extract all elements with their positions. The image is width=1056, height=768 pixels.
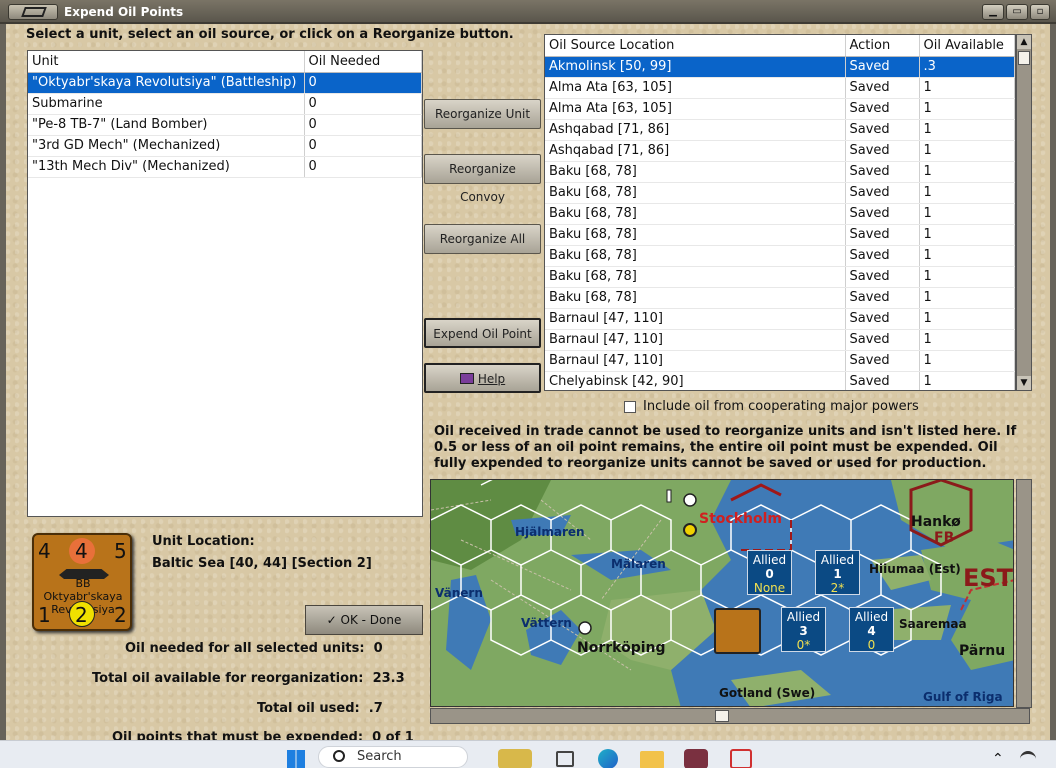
map-label-stockholm: Stockholm — [699, 511, 782, 527]
checkmark-icon: ✓ — [326, 613, 337, 627]
oil-note: Oil received in trade cannot be used to … — [434, 424, 1017, 471]
edge-icon[interactable] — [598, 749, 618, 768]
sea-box[interactable]: Allied 0 None — [747, 550, 792, 595]
help-button[interactable]: Help — [424, 363, 541, 393]
map-label-vanern: Vänern — [435, 586, 483, 600]
map-label-est: EST — [963, 564, 1014, 592]
expend-oil-point-button[interactable]: Expend Oil Point — [424, 318, 541, 348]
table-row[interactable]: Barnaul [47, 110] Saved 1 — [545, 329, 1015, 351]
taskbar: Search ⌃ — [0, 740, 1056, 768]
stat-oil-needed: Oil needed for all selected units: 0 — [125, 641, 383, 656]
reorganize-unit-button[interactable]: Reorganize Unit — [424, 99, 541, 129]
scroll-thumb[interactable] — [1018, 51, 1030, 65]
windows-start-icon[interactable] — [287, 750, 305, 768]
chevron-up-icon[interactable]: ⌃ — [992, 751, 1004, 767]
table-row[interactable]: Baku [68, 78] Saved 1 — [545, 224, 1015, 246]
map-label-gulf-of-riga: Gulf of Riga — [923, 690, 1003, 704]
table-row[interactable]: Ashqabad [71, 86] Saved 1 — [545, 140, 1015, 162]
widgets-icon[interactable] — [498, 749, 532, 768]
unit-location-label: Unit Location: — [152, 534, 255, 549]
table-row[interactable]: Baku [68, 78] Saved 1 — [545, 287, 1015, 309]
scroll-thumb[interactable] — [715, 710, 729, 722]
title-bar: Expend Oil Points ▁ ▭ ▫ — [0, 0, 1056, 24]
sea-box[interactable]: Allied 3 0* — [781, 607, 826, 652]
include-coop-label: Include oil from cooperating major power… — [643, 399, 919, 414]
oil-table-scrollbar[interactable]: ▲ ▼ — [1016, 34, 1032, 391]
col-unit[interactable]: Unit — [28, 51, 305, 73]
table-row[interactable]: Chelyabinsk [42, 90] Saved 1 — [545, 371, 1015, 390]
map-horizontal-scrollbar[interactable] — [430, 708, 1030, 724]
instructions: Select a unit, select an oil source, or … — [26, 27, 514, 42]
reorganize-all-button[interactable]: Reorganize All — [424, 224, 541, 254]
map-label-gotland: Gotland (Swe) — [719, 686, 816, 700]
col-location[interactable]: Oil Source Location — [545, 35, 846, 57]
maximize-icon[interactable]: ▭ — [1006, 4, 1028, 20]
table-row[interactable]: "Pe-8 TB-7" (Land Bomber) 0 — [28, 114, 422, 136]
table-row[interactable]: Submarine 0 — [28, 93, 422, 115]
map-vertical-scrollbar[interactable] — [1016, 479, 1032, 708]
oil-source-table[interactable]: Oil Source Location Action Oil Available A… — [544, 34, 1016, 391]
book-icon — [459, 373, 474, 384]
scroll-up-icon[interactable]: ▲ — [1017, 35, 1031, 49]
col-action[interactable]: Action — [845, 35, 920, 57]
map-label-fb: FB — [934, 530, 955, 546]
file-explorer-icon[interactable] — [640, 751, 664, 768]
snipping-tool-icon[interactable] — [730, 749, 752, 768]
table-row[interactable]: Baku [68, 78] Saved 1 — [545, 182, 1015, 204]
table-row[interactable]: Baku [68, 78] Saved 1 — [545, 203, 1015, 225]
window-title: Expend Oil Points — [64, 5, 184, 19]
table-row[interactable]: Alma Ata [63, 105] Saved 1 — [545, 77, 1015, 99]
map-label-norrkoping: Norrköping — [577, 640, 666, 656]
table-row[interactable]: Akmolinsk [50, 99] Saved .3 — [545, 56, 1015, 78]
map-view[interactable]: Hjälmaren Stockholm Mälaren Vänern Vätte… — [430, 479, 1014, 707]
table-row[interactable]: Ashqabad [71, 86] Saved 1 — [545, 119, 1015, 141]
map-unit-counter[interactable] — [714, 608, 761, 654]
include-coop-checkbox[interactable] — [624, 401, 636, 413]
map-label-parnu: Pärnu — [959, 643, 1006, 659]
stat-total-used: Total oil used: .7 — [257, 701, 383, 716]
ok-done-button[interactable]: ✓ OK - Done — [305, 605, 423, 635]
table-row[interactable]: Baku [68, 78] Saved 1 — [545, 161, 1015, 183]
col-available[interactable]: Oil Available — [919, 35, 1015, 57]
table-row[interactable]: Barnaul [47, 110] Saved 1 — [545, 308, 1015, 330]
table-row[interactable]: "13th Mech Div" (Mechanized) 0 — [28, 156, 422, 178]
stat-total-available: Total oil available for reorganization: … — [92, 671, 405, 686]
unit-counter: 4 4 5 BB Oktyabr'skaya Revolutsiya 1 2 2 — [32, 533, 132, 631]
map-label-malaren: Mälaren — [611, 557, 666, 571]
units-table[interactable]: Unit Oil Needed "Oktyabr'skaya Revolutsiy… — [27, 50, 423, 517]
col-oil-needed[interactable]: Oil Needed — [304, 51, 422, 73]
table-row[interactable]: "Oktyabr'skaya Revolutsiya" (Battleship)… — [28, 72, 422, 94]
map-label-vattern: Vättern — [521, 616, 572, 630]
search-icon — [333, 750, 345, 762]
table-row[interactable]: Barnaul [47, 110] Saved 1 — [545, 350, 1015, 372]
table-row[interactable]: Alma Ata [63, 105] Saved 1 — [545, 98, 1015, 120]
game-app-icon[interactable] — [684, 749, 708, 768]
sea-box[interactable]: Allied 1 2* — [815, 550, 860, 595]
map-label-hjalmaren: Hjälmaren — [515, 525, 585, 539]
scroll-down-icon[interactable]: ▼ — [1017, 376, 1031, 390]
map-label-hiiumaa: Hiiumaa (Est) — [869, 562, 961, 576]
sea-box[interactable]: Allied 4 0 — [849, 607, 894, 652]
table-row[interactable]: Baku [68, 78] Saved 1 — [545, 266, 1015, 288]
map-label-saaremaa: Saaremaa — [899, 617, 967, 631]
task-view-icon[interactable] — [556, 751, 574, 767]
minimize-icon[interactable]: ▁ — [982, 4, 1004, 20]
restore-icon[interactable]: ▫ — [1030, 4, 1050, 20]
unit-location-value: Baltic Sea [40, 44] [Section 2] — [152, 556, 372, 571]
reorganize-convoy-button[interactable]: Reorganize Convoy — [424, 154, 541, 204]
network-icon[interactable] — [1020, 751, 1036, 765]
table-row[interactable]: "3rd GD Mech" (Mechanized) 0 — [28, 135, 422, 157]
map-label-hanko: Hankø — [911, 514, 961, 530]
system-menu-icon[interactable] — [8, 4, 58, 20]
table-row[interactable]: Baku [68, 78] Saved 1 — [545, 245, 1015, 267]
taskbar-search[interactable]: Search — [318, 746, 468, 768]
stat-must-expend: Oil points that must be expended: 0 of 1 — [112, 730, 414, 740]
